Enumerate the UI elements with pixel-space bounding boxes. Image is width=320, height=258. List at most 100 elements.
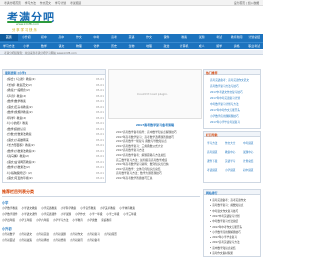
ranking-link[interactable]: 2017中考英语复习计划 bbox=[210, 214, 260, 218]
category-link[interactable]: 小学试题 bbox=[61, 213, 71, 216]
category-link[interactable]: 小升初数学 bbox=[2, 233, 15, 236]
nav-item[interactable]: 化学 bbox=[88, 43, 106, 49]
ranking-link[interactable]: 高考作文素材积累 bbox=[210, 251, 260, 255]
recommend-link[interactable]: 2017年小学毕业考试复习 bbox=[210, 120, 260, 124]
ranking-link[interactable]: 高考数学复习：函数知识点 bbox=[210, 203, 260, 207]
category-link[interactable]: 小学作文 bbox=[75, 213, 85, 216]
nav-item[interactable]: 计划总结 bbox=[245, 34, 263, 41]
bookmark-links[interactable]: 设为首页 | 加入收藏 bbox=[234, 1, 259, 5]
recommend-link[interactable]: 高考英语备考：高考英语作文范文 bbox=[210, 78, 260, 82]
recommend-link[interactable]: 2017年中考作文万能开头 bbox=[210, 108, 260, 112]
category-link[interactable]: 小升初政策 bbox=[19, 239, 32, 242]
nav-item[interactable]: 首页 bbox=[0, 34, 18, 41]
nav-item[interactable]: 留学 bbox=[210, 43, 228, 49]
subsection-title-xiaoshengchu[interactable]: 小升初 bbox=[2, 226, 12, 231]
article-link[interactable]: 2017高考数学复习：三角函数公式大全 bbox=[116, 144, 200, 148]
ranking-link[interactable]: 中考语文作文复习技巧 bbox=[210, 209, 260, 213]
recommend-link[interactable]: 高考数学复习方法与技巧 bbox=[210, 84, 260, 88]
nav-item[interactable]: 试题 bbox=[193, 34, 211, 41]
category-link[interactable]: 小学英语教案 bbox=[41, 207, 57, 210]
top-link[interactable]: 考试频道 bbox=[70, 1, 81, 5]
article-link[interactable]: 2017年高考数学复习：高考数学选择题答题技巧 bbox=[116, 135, 200, 139]
category-link[interactable]: 小学三年级 bbox=[123, 213, 136, 216]
category-link[interactable]: 小学一年级 bbox=[89, 213, 102, 216]
nav-item[interactable]: 教案 bbox=[175, 34, 193, 41]
category-link[interactable]: 小学语文教案 bbox=[22, 207, 38, 210]
nav-item[interactable]: 小升初 bbox=[18, 34, 36, 41]
category-link[interactable]: 家庭教育 bbox=[101, 219, 111, 222]
nav-item[interactable]: 生物 bbox=[123, 43, 141, 49]
nav-item[interactable]: 成人 bbox=[193, 43, 211, 49]
nav-item[interactable]: 英语 bbox=[123, 34, 141, 41]
nav-item[interactable]: 高中 bbox=[53, 34, 71, 41]
nav-item[interactable]: 考试 bbox=[210, 34, 228, 41]
nav-item[interactable]: 初中 bbox=[35, 34, 53, 41]
category-link[interactable]: 小学二年级 bbox=[106, 213, 119, 216]
top-link[interactable]: 学习计划 bbox=[55, 1, 66, 5]
ranking-link[interactable]: 2017高考英语复习方法 bbox=[210, 240, 260, 244]
recommend-link[interactable]: 2017中考语文作文复习技巧 bbox=[210, 90, 260, 94]
nav-item[interactable]: 作文 bbox=[70, 34, 88, 41]
category-link[interactable]: 小升初作文 bbox=[70, 233, 83, 236]
site-logo[interactable]: 考满分吧 www.kmf8.com 分享学习快乐 bbox=[7, 9, 57, 33]
nav-item[interactable]: 政治 bbox=[158, 43, 176, 49]
column-tag[interactable]: 英语学习 bbox=[225, 159, 235, 163]
article-link[interactable]: 2017高考数学一轮复习 函数与导数知识点 bbox=[116, 139, 200, 143]
article-link[interactable]: 高考数学复习方法：数学大题答题技巧 bbox=[116, 171, 200, 175]
category-link[interactable]: 小学奥数 bbox=[87, 219, 97, 222]
category-link[interactable]: 小学美术教案 bbox=[100, 207, 116, 210]
center-headline[interactable]: 2017高考数学复习备考策略 bbox=[108, 123, 202, 127]
category-link[interactable]: 小升初择校 bbox=[36, 239, 49, 242]
nav-item[interactable]: 职业考试 bbox=[245, 43, 263, 49]
category-link[interactable]: 小升初经验 bbox=[53, 239, 66, 242]
nav-item[interactable]: 小学 bbox=[18, 43, 36, 49]
ranking-link[interactable]: 中考数学复习方法总结 bbox=[210, 219, 260, 223]
category-link[interactable]: 小学学习方法 bbox=[53, 219, 69, 222]
article-link[interactable]: 高三数学复习方法：如何提高高考数学成绩 bbox=[116, 158, 200, 162]
column-tag[interactable]: 学习方法 bbox=[207, 141, 217, 145]
top-link[interactable]: 考满分吧首页 bbox=[4, 1, 21, 5]
column-tag[interactable]: 初中频道 bbox=[243, 168, 253, 172]
ranking-link[interactable]: 小学数学应用题解题技巧 bbox=[210, 230, 260, 234]
ranking-link[interactable]: 2017年小学毕业复习 bbox=[210, 235, 260, 239]
category-link[interactable]: 小升初语文 bbox=[19, 233, 32, 236]
nav-item[interactable]: 资格 bbox=[228, 43, 246, 49]
article-link[interactable]: 2017高考数学备考：解题思路与方法总结 bbox=[116, 153, 200, 157]
category-link[interactable]: 小升初面试 bbox=[2, 239, 15, 242]
top-link[interactable]: 作文范文 bbox=[40, 1, 51, 5]
column-tag[interactable]: 作文大全 bbox=[225, 141, 235, 145]
category-link[interactable]: 小学数学课件 bbox=[2, 213, 18, 216]
column-tag[interactable]: 中考频道 bbox=[243, 141, 253, 145]
nav-item[interactable]: 计算机 bbox=[175, 43, 193, 49]
article-link[interactable]: 2017高考数学：立体几何知识点总结 bbox=[116, 167, 200, 171]
nav-item[interactable]: 教育新闻 bbox=[228, 34, 246, 41]
category-link[interactable]: 小学音乐教案 bbox=[80, 207, 96, 210]
column-tag[interactable]: 小学频道 bbox=[225, 168, 235, 172]
article-link[interactable]: 2017年高考数学复习资料：数列知识点归纳 bbox=[116, 162, 200, 166]
recommend-link[interactable]: 2017年中考英语复习计划 bbox=[210, 96, 260, 100]
nav-item[interactable]: 中考 bbox=[88, 34, 106, 41]
nav-item[interactable]: 历史 bbox=[105, 43, 123, 49]
nav-item[interactable]: 地理 bbox=[140, 43, 158, 49]
category-link[interactable]: 小升初英语 bbox=[36, 233, 49, 236]
article-link[interactable]: 2017高考数学备考指导：高中数学知识点解题技巧 bbox=[116, 130, 200, 134]
category-link[interactable]: 小学体育教案 bbox=[119, 207, 135, 210]
column-tag[interactable]: 教案中心 bbox=[225, 150, 235, 154]
top-link[interactable]: 学习方法 bbox=[25, 1, 36, 5]
category-link[interactable]: 小升初简历 bbox=[104, 233, 117, 236]
nav-item[interactable]: 高考 bbox=[105, 34, 123, 41]
category-link[interactable]: 小学科学教案 bbox=[61, 207, 77, 210]
nav-item[interactable]: 数学 bbox=[35, 43, 53, 49]
nav-item[interactable]: 物理 bbox=[70, 43, 88, 49]
category-link[interactable]: 小学五年级 bbox=[19, 219, 32, 222]
ranking-link[interactable]: 2017年中考作文万能开头 bbox=[210, 225, 260, 229]
category-link[interactable]: 小升初备考 bbox=[87, 239, 100, 242]
category-link[interactable]: 小升初试题 bbox=[53, 233, 66, 236]
list-item[interactable]: ·[语文]可爱的草塘(2) 05-01 bbox=[6, 176, 104, 182]
category-link[interactable]: 小学六年级 bbox=[36, 219, 49, 222]
category-link[interactable]: 小学教育 bbox=[72, 219, 82, 222]
article-link[interactable]: 2017高考数学复习方法 bbox=[116, 148, 200, 152]
column-tag[interactable]: 考试频道 bbox=[207, 168, 217, 172]
nav-item[interactable]: 课件 bbox=[158, 34, 176, 41]
subsection-title-primary[interactable]: 小学 bbox=[2, 200, 8, 205]
